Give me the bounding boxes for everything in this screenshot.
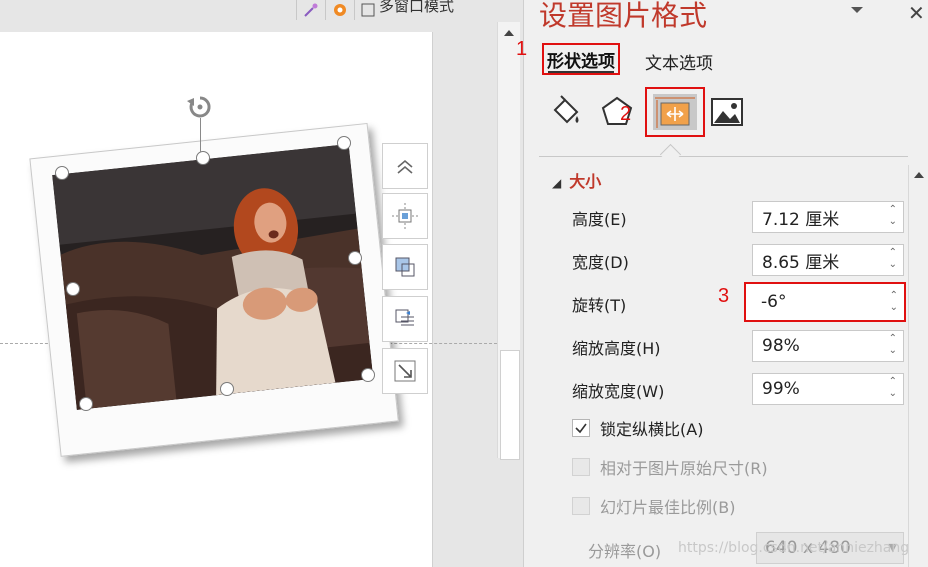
rotation-input[interactable]: -6° ⌃ ⌄ — [744, 282, 906, 322]
scale-width-input[interactable]: 99% ⌃ ⌄ — [752, 373, 904, 405]
rotation-label: 旋转(T) — [572, 296, 627, 315]
resize-handle-bottom-left[interactable] — [79, 397, 93, 411]
scroll-up-icon[interactable] — [909, 165, 928, 185]
height-label: 高度(E) — [572, 210, 627, 229]
scale-width-label: 缩放宽度(W) — [572, 382, 665, 401]
close-icon[interactable]: ✕ — [908, 1, 925, 25]
width-label: 宽度(D) — [572, 253, 629, 272]
lock-aspect-checkbox[interactable] — [572, 419, 590, 437]
watermark: https://blog.csdn.net/anniezhang — [678, 540, 910, 556]
lock-aspect-label[interactable]: 锁定纵横比(A) — [600, 416, 703, 440]
pane-options-icon[interactable] — [849, 2, 865, 18]
scale-width-spinner-icon[interactable]: ⌃ ⌄ — [889, 376, 897, 400]
width-spinner-icon[interactable]: ⌃ ⌄ — [889, 247, 897, 271]
scale-height-label: 缩放高度(H) — [572, 339, 661, 358]
size-properties-icon[interactable] — [653, 94, 697, 130]
scale-width-value: 99% — [762, 379, 800, 399]
double-chevron-up-icon — [397, 159, 413, 174]
rotate-handle-icon[interactable] — [181, 93, 219, 127]
relative-original-checkbox[interactable] — [572, 458, 590, 476]
canvas-scroll-thumb[interactable] — [500, 350, 520, 460]
rotation-spinner-icon[interactable]: ⌃ ⌄ — [890, 290, 898, 314]
size-section-title: 大小 — [569, 172, 602, 191]
multi-window-label: 多窗口模式 — [379, 0, 455, 15]
resize-handle-top-right[interactable] — [337, 136, 351, 150]
annotation-number-1: 1 — [516, 38, 528, 60]
resize-handle-left[interactable] — [66, 282, 80, 296]
align-center-icon — [392, 203, 418, 229]
scale-height-spinner-icon[interactable]: ⌃ ⌄ — [889, 333, 897, 357]
arrange-button[interactable] — [382, 244, 428, 290]
pane-title: 设置图片格式 — [539, 0, 708, 32]
annotation-number-3: 3 — [718, 285, 730, 307]
best-scale-checkbox[interactable] — [572, 497, 590, 515]
pane-divider — [539, 156, 908, 157]
resize-handle-bottom-right[interactable] — [361, 368, 375, 382]
checkmark-icon — [575, 423, 587, 434]
width-value: 8.65 厘米 — [762, 252, 840, 273]
multi-window-icon — [361, 3, 375, 17]
pane-scrollbar[interactable] — [908, 165, 928, 567]
fill-line-icon[interactable] — [545, 92, 585, 132]
flower-icon[interactable] — [325, 0, 354, 20]
resolution-label: 分辨率(O) — [588, 542, 662, 561]
best-scale-label[interactable]: 幻灯片最佳比例(B) — [600, 494, 735, 518]
wrap-text-icon — [395, 309, 414, 326]
picture-icon[interactable] — [707, 92, 747, 132]
multi-window-button[interactable]: 多窗口模式 — [354, 0, 460, 20]
resize-button[interactable] — [382, 348, 428, 394]
resize-handle-top[interactable] — [196, 151, 210, 165]
top-toolbar: 多窗口模式 — [0, 0, 523, 20]
tab-shape-options-label: 形状选项 — [547, 51, 615, 72]
width-input[interactable]: 8.65 厘米 ⌃ ⌄ — [752, 244, 904, 276]
scale-height-input[interactable]: 98% ⌃ ⌄ — [752, 330, 904, 362]
bring-forward-button[interactable] — [382, 143, 428, 189]
layers-icon — [395, 257, 415, 277]
annotation-number-2: 2 — [620, 103, 632, 125]
height-input[interactable]: 7.12 厘米 ⌃ ⌄ — [752, 201, 904, 233]
resize-handle-bottom[interactable] — [220, 382, 234, 396]
active-tab-indicator — [548, 71, 614, 73]
tab-text-options[interactable]: 文本选项 — [645, 49, 713, 74]
height-value: 7.12 厘米 — [762, 209, 840, 230]
relative-original-label[interactable]: 相对于图片原始尺寸(R) — [600, 455, 768, 479]
diagonal-arrow-icon — [394, 360, 416, 382]
collapse-triangle-icon: ◢ — [552, 176, 562, 190]
photo-image — [52, 144, 374, 410]
toolbar-buttons: 多窗口模式 — [296, 0, 460, 20]
wrap-text-button[interactable] — [382, 296, 428, 342]
align-button[interactable] — [382, 193, 428, 239]
magic-wand-icon[interactable] — [296, 0, 325, 20]
rotation-value: -6° — [761, 292, 787, 312]
resize-handle-top-left[interactable] — [55, 166, 69, 180]
height-spinner-icon[interactable]: ⌃ ⌄ — [889, 204, 897, 228]
size-section-header[interactable]: ◢ 大小 — [552, 168, 601, 192]
resize-handle-right[interactable] — [348, 251, 362, 265]
scale-height-value: 98% — [762, 336, 800, 356]
